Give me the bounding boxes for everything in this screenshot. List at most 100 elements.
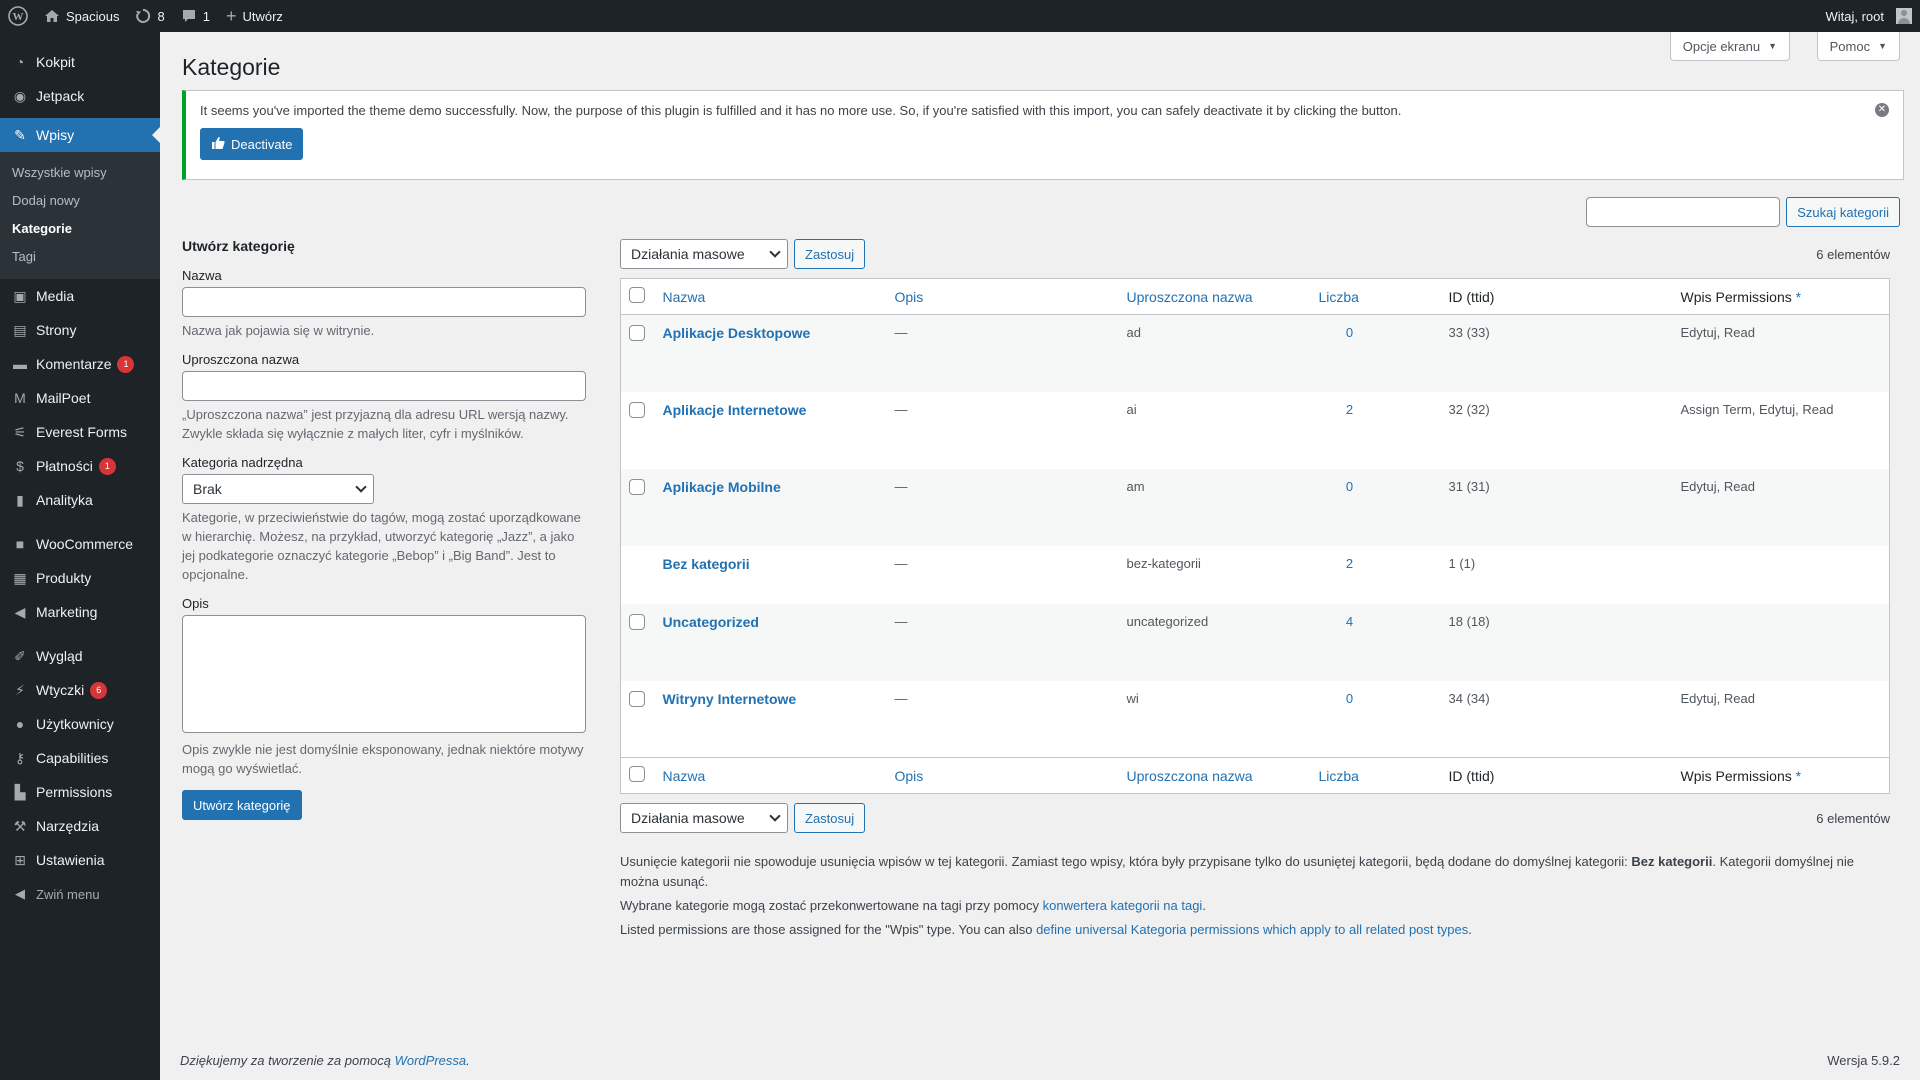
menu-item-marketing[interactable]: ◀ Marketing [0,595,160,629]
category-count-link[interactable]: 2 [1346,402,1353,417]
menu-item-mailpoet[interactable]: M MailPoet [0,381,160,415]
menu-item-jetpack[interactable]: ◉ Jetpack [0,79,160,113]
menu-item-wtyczki[interactable]: ⚡ Wtyczki 6 [0,673,160,707]
menu-item-analityka[interactable]: ▮ Analityka [0,483,160,517]
menu-item-produkty[interactable]: ▦ Produkty [0,561,160,595]
category-permissions: Edytuj, Read [1680,325,1755,340]
wordpress-logo-icon[interactable]: W [0,0,36,32]
admin-footer: Dziękujemy za tworzenie za pomocą WordPr… [180,1053,1900,1068]
table-row: Bez kategorii — bez-kategorii 2 1 (1) [621,546,1890,604]
category-description: — [894,690,908,706]
submenu-add-new[interactable]: Dodaj nowy [0,187,160,215]
menu-label: Jetpack [36,88,85,104]
menu-item-ustawienia[interactable]: ⊞ Ustawienia [0,843,160,877]
column-name-header[interactable]: Nazwa [654,278,887,315]
apply-button-bottom[interactable]: Zastosuj [794,803,866,833]
my-account-link[interactable]: Witaj, root [1817,0,1920,32]
name-label: Nazwa [182,268,222,283]
menu-item-komentarze[interactable]: ▬ Komentarze 1 [0,347,160,381]
select-all-checkbox[interactable] [629,287,645,303]
category-description: — [894,325,908,340]
description-textarea[interactable] [182,615,586,733]
category-slug: ai [1126,401,1137,417]
chart-icon: ▮ [16,491,24,508]
category-name-link[interactable]: Aplikacje Internetowe [663,402,807,418]
category-name-link[interactable]: Bez kategorii [663,556,750,572]
column-description-footer[interactable]: Opis [886,757,1119,794]
menu-item-everest-forms[interactable]: ⚟ Everest Forms [0,415,160,449]
comments-link[interactable]: 1 [173,0,218,32]
category-name-link[interactable]: Aplikacje Desktopowe [663,325,811,341]
column-slug-header[interactable]: Uproszczona nazwa [1118,278,1311,315]
deactivate-button[interactable]: Deactivate [200,128,304,160]
help-button[interactable]: Pomoc ▼ [1816,32,1900,61]
table-row: Aplikacje Desktopowe — ad 0 33 (33) Edyt… [620,314,1890,392]
parent-help: Kategorie, w przeciwieństwie do tagów, m… [182,510,581,582]
row-checkbox[interactable] [629,690,645,707]
bulk-action-select-bottom[interactable]: Działania masowe [620,803,788,833]
admin-menu: ◔ Kokpit ◉ Jetpack ✎ Wpisy Wszystkie wpisy … [0,32,160,1080]
category-count-link[interactable]: 4 [1346,614,1353,629]
search-input[interactable] [1586,197,1781,227]
menu-item-wpisy[interactable]: ✎ Wpisy [0,118,160,152]
category-count-link[interactable]: 0 [1346,479,1353,494]
category-name-link[interactable]: Aplikacje Mobilne [663,479,781,495]
row-checkbox[interactable] [629,613,645,630]
menu-item-wyglad[interactable]: ✐ Wygląd [0,639,160,673]
category-count-link[interactable]: 2 [1346,556,1353,571]
parent-select[interactable]: Brak [182,474,374,504]
plugin-notice: It seems you've imported the theme demo … [182,90,1904,180]
category-slug: wi [1126,690,1139,706]
menu-label: Wygląd [36,648,83,664]
menu-item-capabilities[interactable]: ⚷ Capabilities [0,741,160,775]
menu-item-platnosci[interactable]: $ Płatności 1 [0,449,160,483]
category-count-link[interactable]: 0 [1346,691,1353,706]
dropdown-arrow-icon: ▼ [1878,41,1887,51]
menu-item-permissions[interactable]: ▙ Permissions [0,775,160,809]
site-name-link[interactable]: Spacious [36,0,127,32]
column-slug-footer[interactable]: Uproszczona nazwa [1118,757,1311,794]
menu-item-uzytkownicy[interactable]: ● Użytkownicy [0,707,160,741]
new-content-link[interactable]: + Utwórz [218,0,291,32]
payments-badge: 1 [98,457,116,475]
add-category-button[interactable]: Utwórz kategorię [182,790,302,820]
updates-link[interactable]: 8 [127,0,172,32]
menu-item-woocommerce[interactable]: ■ WooCommerce [0,527,160,561]
help-text: Usunięcie kategorii nie spowoduje usunię… [620,854,1632,869]
apply-button[interactable]: Zastosuj [794,239,866,269]
row-checkbox[interactable] [629,401,645,418]
row-checkbox[interactable] [629,478,645,495]
menu-item-narzedzia[interactable]: ⚒ Narzędzia [0,809,160,843]
wordpress-link[interactable]: WordPressa [395,1053,467,1068]
new-content-label: Utwórz [242,8,283,24]
chevron-down-icon [769,810,781,822]
column-name-footer[interactable]: Nazwa [654,757,887,794]
menu-item-kokpit[interactable]: ◔ Kokpit [0,45,160,79]
bulk-action-value: Działania masowe [631,246,745,262]
submenu-categories[interactable]: Kategorie [0,215,160,243]
description-help: Opis zwykle nie jest domyślnie eksponowa… [182,742,584,776]
menu-item-media[interactable]: ▣ Media [0,279,160,313]
screen-options-button[interactable]: Opcje ekranu ▼ [1669,32,1790,61]
bulk-action-select[interactable]: Działania masowe [620,239,788,269]
universal-permissions-link[interactable]: define universal Kategoria permissions w… [1036,922,1468,937]
column-count-footer[interactable]: Liczba [1310,757,1441,794]
search-categories-button[interactable]: Szukaj kategorii [1786,197,1900,227]
submenu-tags[interactable]: Tagi [0,243,160,271]
column-count-header[interactable]: Liczba [1310,278,1441,315]
category-count-link[interactable]: 0 [1346,325,1353,340]
slug-input[interactable] [182,371,586,401]
category-name-link[interactable]: Uncategorized [663,614,759,630]
submenu-all-posts[interactable]: Wszystkie wpisy [0,159,160,187]
select-all-checkbox-bottom[interactable] [629,766,645,782]
column-description-header[interactable]: Opis [886,278,1119,315]
help-note-permissions: Listed permissions are those assigned fo… [620,920,1890,940]
dismiss-icon[interactable]: ✕ [1875,103,1889,117]
menu-item-strony[interactable]: ▤ Strony [0,313,160,347]
category-name-link[interactable]: Witryny Internetowe [663,691,797,707]
row-checkbox[interactable] [629,325,645,341]
name-input[interactable] [182,287,586,317]
settings-icon: ⊞ [14,851,26,868]
collapse-menu-button[interactable]: ◀ Zwiń menu [0,877,160,911]
converter-link[interactable]: konwertera kategorii na tagi [1043,898,1203,913]
